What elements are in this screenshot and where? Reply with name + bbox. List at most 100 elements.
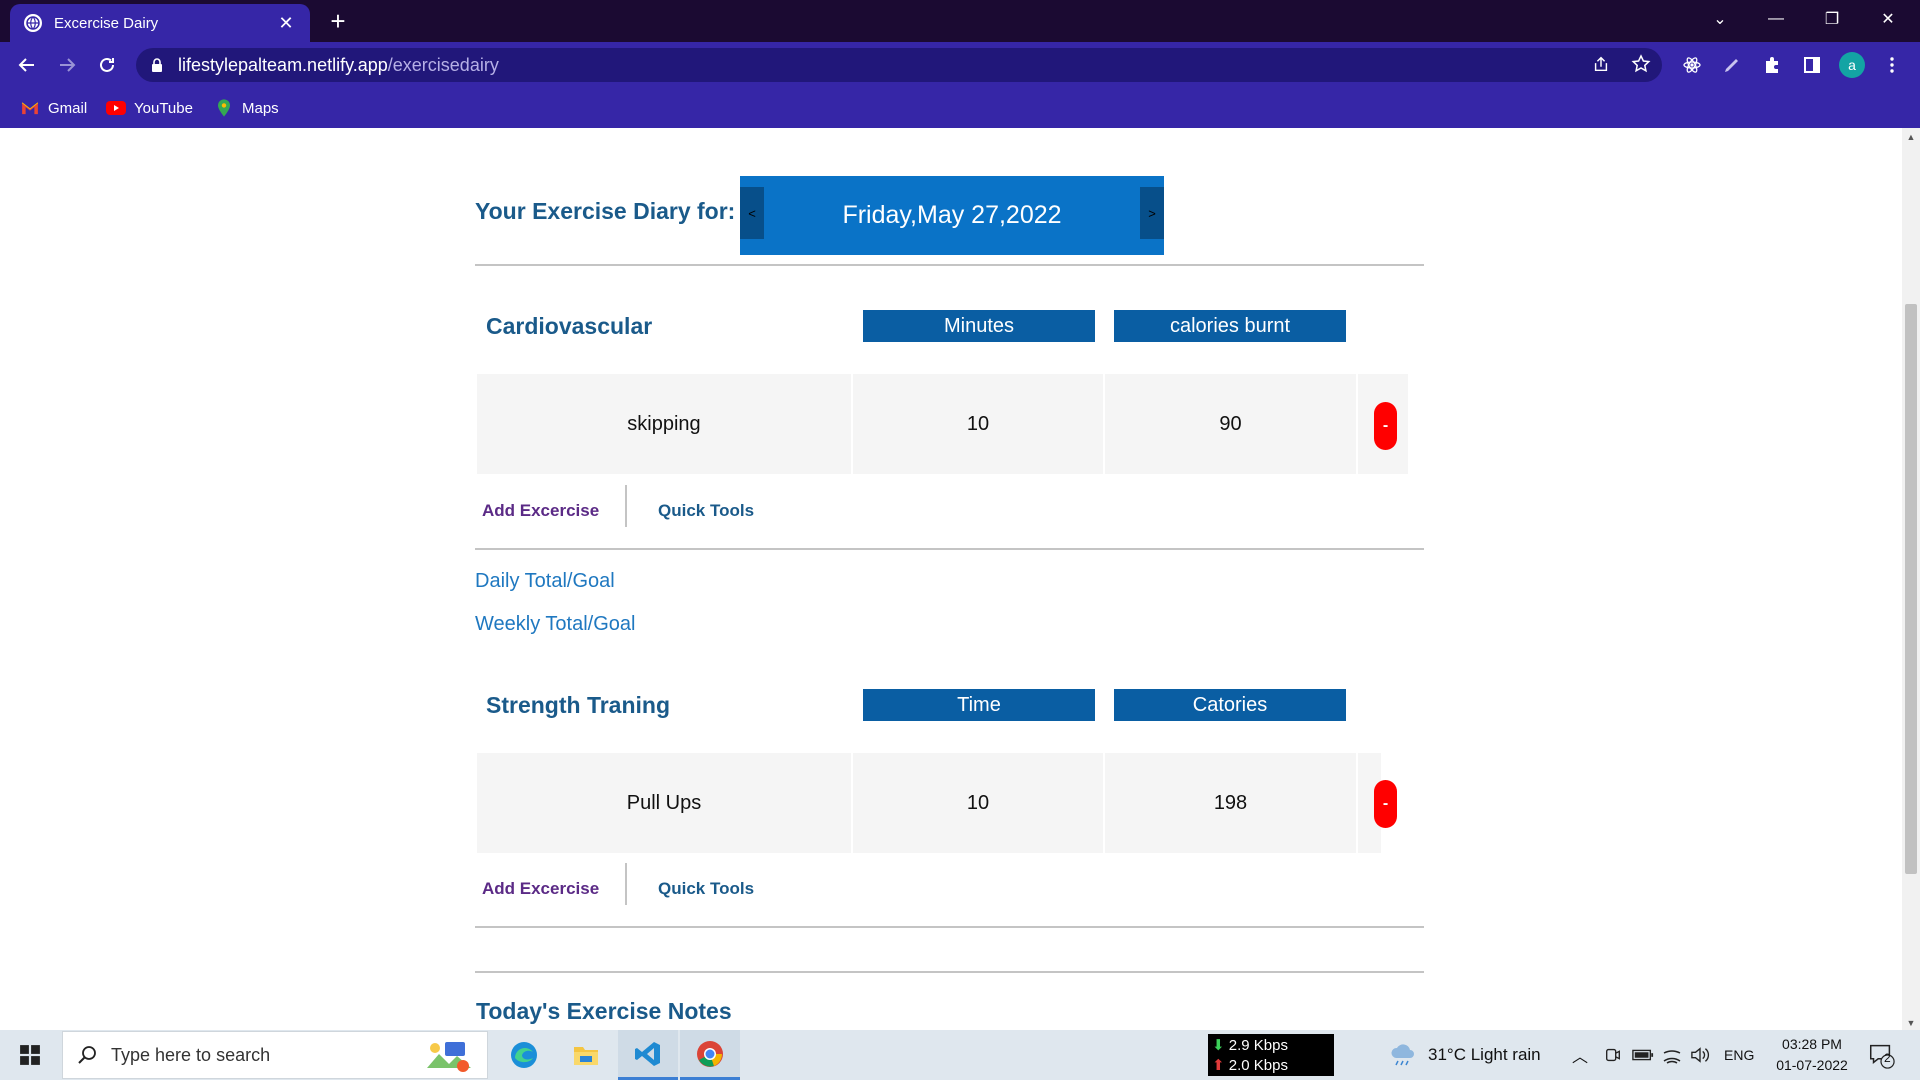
vscode-app-icon[interactable] [618,1030,678,1080]
battery-icon[interactable] [1632,1030,1654,1080]
share-icon[interactable] [1588,51,1614,77]
edge-app-icon[interactable] [494,1030,554,1080]
forward-button[interactable] [52,50,82,80]
back-button[interactable] [12,50,42,80]
quick-tools-link[interactable]: Quick Tools [658,879,754,899]
notes-section-title: Today's Exercise Notes [476,998,732,1024]
diary-heading: Your Exercise Diary for: [475,198,736,224]
input-language[interactable]: ENG [1724,1030,1754,1080]
add-exercise-link[interactable]: Add Excercise [482,501,599,521]
rain-cloud-icon [1391,1044,1414,1066]
chrome-menu-icon[interactable] [1878,51,1906,79]
exercise-minutes: 10 [853,374,1103,474]
maps-icon [214,99,234,117]
next-day-button[interactable]: > [1140,187,1164,239]
prev-day-button[interactable]: < [740,187,764,239]
divider [475,926,1424,928]
exercise-calories: 198 [1105,753,1356,853]
chrome-app-icon[interactable] [680,1030,740,1080]
cardio-col-minutes: Minutes [863,310,1095,342]
meet-now-icon[interactable] [1604,1030,1622,1080]
divider [475,548,1424,550]
tab-title: Excercise Dairy [54,14,159,32]
gmail-icon [20,100,40,116]
bookmark-gmail[interactable]: Gmail [20,96,87,120]
close-window-button[interactable]: ✕ [1860,0,1916,38]
avatar: a [1839,52,1865,78]
divider [1356,753,1358,853]
exercise-name: Pull Ups [477,753,851,853]
delete-exercise-button[interactable]: - [1374,780,1397,828]
bookmark-label: Gmail [48,99,88,117]
search-icon [78,1046,96,1064]
bookmark-youtube[interactable]: YouTube [106,96,193,120]
windows-start-icon[interactable] [0,1030,60,1080]
system-clock[interactable]: 03:28 PM 01-07-2022 [1762,1034,1862,1076]
search-highlight-icon [427,1042,471,1072]
download-speed: 2.9 Kbps [1228,1037,1288,1054]
taskbar-search-input[interactable]: Type here to search [62,1031,488,1079]
bookmark-label: YouTube [134,99,193,117]
windows-taskbar: Type here to search ⬇ 2.9 Kbps ⬆ 2.0 Kbp… [0,1030,1920,1080]
page-scrollbar[interactable]: ▲ ▼ [1902,128,1920,1030]
table-row: skipping 10 90 - [477,374,1408,474]
show-hidden-icons-icon[interactable]: ︿ [1572,1030,1588,1080]
page-viewport: Your Exercise Diary for: Friday,May 27,2… [0,128,1920,1030]
globe-icon [24,14,42,32]
strength-col-calories: Catories [1114,689,1346,721]
wifi-icon[interactable] [1662,1030,1682,1080]
tab-search-icon[interactable]: ⌄ [1692,0,1748,38]
youtube-icon [106,100,126,116]
volume-icon[interactable] [1690,1030,1710,1080]
delete-exercise-button[interactable]: - [1374,402,1397,450]
restore-button[interactable]: ❐ [1804,0,1860,38]
file-explorer-icon[interactable] [556,1030,616,1080]
cardio-section-title: Cardiovascular [486,313,653,339]
clock-date: 01-07-2022 [1776,1057,1848,1073]
profile-avatar[interactable]: a [1838,51,1866,79]
cardio-col-calories: calories burnt [1114,310,1346,342]
scroll-up-icon[interactable]: ▲ [1906,132,1916,142]
weather-widget[interactable]: 31°C Light rain [1390,1030,1541,1080]
daily-total-link[interactable]: Daily Total/Goal [475,570,615,593]
date-selector: Friday,May 27,2022 < > [740,176,1164,255]
minimize-button[interactable]: — [1748,0,1804,38]
reload-button[interactable] [92,50,122,80]
exercise-name: skipping [477,374,851,474]
scroll-down-icon[interactable]: ▼ [1906,1018,1916,1028]
quick-tools-link[interactable]: Quick Tools [658,501,754,521]
weekly-total-link[interactable]: Weekly Total/Goal [475,613,635,636]
divider [625,485,627,527]
extensions-puzzle-icon[interactable] [1758,51,1786,79]
weather-text: 31°C Light rain [1428,1045,1541,1064]
new-tab-button[interactable]: + [324,8,352,36]
strength-col-time: Time [863,689,1095,721]
bookmark-maps[interactable]: Maps [214,96,279,120]
current-date: Friday,May 27,2022 [842,201,1062,229]
add-exercise-link[interactable]: Add Excercise [482,879,599,899]
address-bar[interactable]: lifestylepalteam.netlify.app/exercisedai… [136,48,1662,82]
url-host: lifestylepalteam.netlify.app [178,54,388,75]
divider [475,264,1424,266]
strength-section-title: Strength Traning [486,692,670,718]
exercise-calories: 90 [1105,374,1356,474]
divider [625,863,627,905]
side-panel-icon[interactable] [1798,51,1826,79]
browser-tab-active[interactable]: Excercise Dairy ✕ [10,4,310,42]
exercise-time: 10 [853,753,1103,853]
upload-arrow-icon: ⬆ [1212,1057,1225,1074]
divider [475,971,1424,973]
react-devtools-icon[interactable] [1678,51,1706,79]
browser-tab-strip: Excercise Dairy ✕ + ⌄ — ❐ ✕ [0,0,1920,42]
bookmark-label: Maps [242,99,279,117]
bookmark-star-icon[interactable] [1628,51,1654,77]
table-row: Pull Ups 10 198 - [477,753,1397,853]
scrollbar-thumb[interactable] [1905,304,1917,874]
search-placeholder: Type here to search [111,1044,271,1065]
tab-close-icon[interactable]: ✕ [276,13,296,33]
upload-speed: 2.0 Kbps [1228,1057,1288,1074]
notification-center-icon[interactable]: 2 [1866,1040,1896,1070]
pen-extension-icon[interactable] [1718,51,1746,79]
notification-count: 2 [1884,1051,1891,1065]
network-speed-widget: ⬇ 2.9 Kbps ⬆ 2.0 Kbps [1208,1034,1334,1076]
